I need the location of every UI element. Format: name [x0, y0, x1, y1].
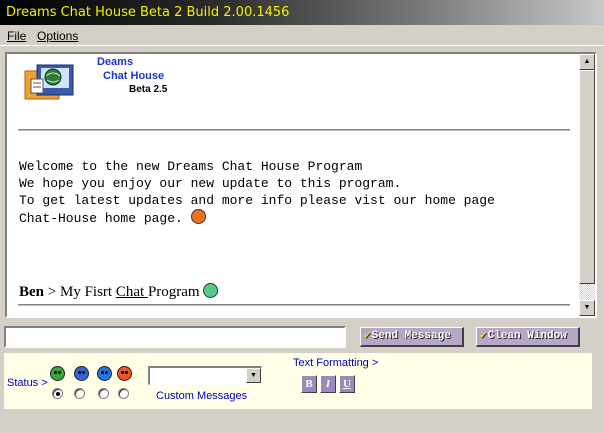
- chat-message-text: My Fisrt: [59, 284, 116, 300]
- check-icon: ✔: [480, 330, 487, 342]
- chevron-down-icon[interactable]: ▼: [246, 368, 261, 383]
- status-radio-angry[interactable]: [118, 388, 129, 399]
- welcome-line: We hope you enjoy our new update to this…: [19, 176, 402, 191]
- divider: [18, 129, 570, 131]
- custom-messages-select[interactable]: ▼: [148, 366, 262, 385]
- chat-display[interactable]: Deams Chat House Beta 2.5 Welcome to the…: [5, 52, 597, 318]
- grin-face-icon[interactable]: [50, 366, 65, 381]
- cool-face-icon[interactable]: [97, 366, 112, 381]
- welcome-message: Welcome to the new Dreams Chat House Pro…: [19, 158, 495, 227]
- scroll-track[interactable]: [579, 284, 595, 300]
- chat-separator: >: [44, 284, 60, 300]
- welcome-line-last: Chat-House home page.: [19, 209, 495, 227]
- scroll-down-icon[interactable]: ▼: [579, 300, 595, 316]
- menu-options-label: Options: [37, 29, 79, 43]
- clean-window-button[interactable]: ✔Clean Window: [476, 327, 580, 347]
- check-icon: ✔: [364, 330, 371, 342]
- logo-version: Beta 2.5: [129, 84, 168, 95]
- divider: [18, 304, 570, 306]
- chat-message-end: Program: [147, 284, 200, 300]
- logo-subtitle: Chat House: [103, 70, 165, 82]
- clean-window-label: Clean Window: [487, 330, 567, 342]
- status-radio-sad[interactable]: [74, 388, 85, 399]
- scroll-thumb[interactable]: [579, 70, 595, 284]
- italic-button[interactable]: I: [320, 375, 336, 393]
- custom-messages-label: Custom Messages: [156, 390, 248, 402]
- underline-button[interactable]: U: [339, 375, 355, 393]
- chat-line: Ben > My Fisrt Chat Program: [19, 283, 219, 301]
- message-input[interactable]: [4, 326, 346, 348]
- status-radio-grin[interactable]: [52, 388, 63, 399]
- send-message-button[interactable]: ✔Send Message: [360, 327, 464, 347]
- chat-sender: Ben: [19, 284, 45, 300]
- send-message-label: Send Message: [371, 330, 451, 342]
- bold-button[interactable]: B: [301, 375, 317, 393]
- vertical-scrollbar[interactable]: ▲ ▼: [579, 54, 595, 316]
- menu-options[interactable]: Options: [37, 29, 78, 43]
- logo-icon: [24, 64, 74, 100]
- menu-file[interactable]: File: [7, 29, 26, 43]
- chat-message-link[interactable]: Chat: [116, 284, 148, 300]
- grin-face-icon: [203, 283, 219, 298]
- sad-face-icon[interactable]: [74, 366, 89, 381]
- welcome-line: Welcome to the new Dreams Chat House Pro…: [19, 159, 363, 174]
- menu-bar: File Options: [0, 26, 604, 46]
- welcome-line: To get latest updates and more info plea…: [19, 193, 495, 208]
- welcome-line-text: Chat-House home page.: [19, 211, 183, 226]
- title-bar: Dreams Chat House Beta 2 Build 2.00.1456: [0, 0, 604, 25]
- status-label: Status >: [7, 377, 48, 389]
- wink-face-icon: [190, 209, 206, 224]
- options-panel: Status > ▼ Custom Messages Text Formatti…: [4, 353, 592, 409]
- angry-face-icon[interactable]: [117, 366, 132, 381]
- scroll-up-icon[interactable]: ▲: [579, 54, 595, 70]
- logo-title: Deams: [97, 56, 134, 68]
- status-radio-cool[interactable]: [98, 388, 109, 399]
- window-title: Dreams Chat House Beta 2 Build 2.00.1456: [6, 5, 290, 20]
- text-formatting-label: Text Formatting >: [293, 357, 379, 369]
- menu-file-label: File: [7, 29, 27, 43]
